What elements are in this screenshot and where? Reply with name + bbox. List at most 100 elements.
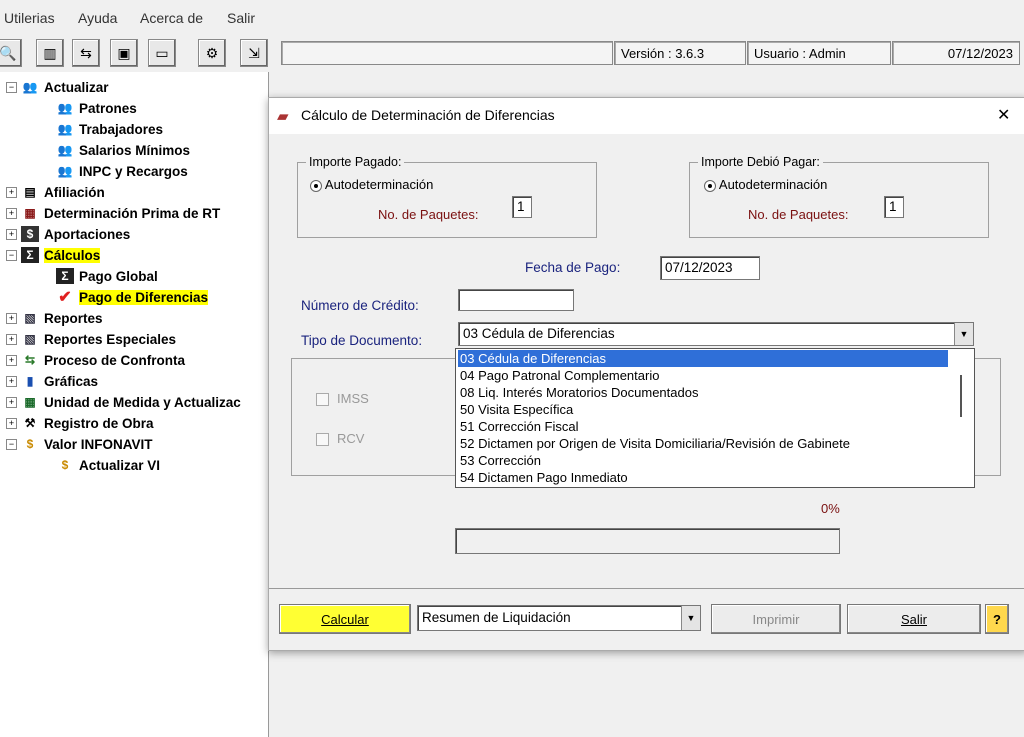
imprimir-button[interactable]: Imprimir [711,604,841,634]
tipo-select[interactable]: 03 Cédula de Diferencias ▼ [458,322,974,346]
importe-pagado-group: Importe Pagado: Autodeterminación No. de… [297,155,597,238]
close-icon[interactable]: ✕ [997,105,1010,125]
tree-item-actualizar-vi[interactable]: $ Actualizar VI [56,455,160,475]
calcular-button[interactable]: Calcular [279,604,411,634]
calculator-icon: ▦ [24,395,36,409]
tools-icon[interactable]: ⚙ [198,39,226,67]
transfer-icon[interactable]: ⇆ [72,39,100,67]
credito-input[interactable] [458,289,574,311]
list-item[interactable]: 54 Dictamen Pago Inmediato [458,469,948,486]
fecha-label: Fecha de Pago: [525,260,621,275]
importe-debio-legend: Importe Debió Pagar: [698,155,823,169]
collapse-icon[interactable]: − [6,438,17,450]
status-empty [281,41,613,65]
save-icon[interactable]: ▣ [110,39,138,67]
tree-item-calculos[interactable]: − Σ Cálculos [6,245,101,265]
tree-item-inpc[interactable]: 👥 INPC y Recargos [56,161,188,181]
tree-item-registro-obra[interactable]: + ⚒ Registro de Obra [6,413,154,433]
hammer-icon: ⚒ [24,416,36,430]
autodeterminacion-radio[interactable]: Autodeterminación [704,177,827,192]
toolbar: 🔍 ▥ ⇆ ▣ ▭ ⚙ ⇲ Versión : 3.6.3 Usuario : … [0,36,1024,70]
expand-icon[interactable]: + [6,354,17,366]
importe-debio-group: Importe Debió Pagar: Autodeterminación N… [689,155,989,238]
version-status: Versión : 3.6.3 [614,41,746,65]
rcv-checkbox[interactable]: RCV [316,431,364,447]
collapse-icon[interactable]: − [6,249,17,261]
menu-acerca-de[interactable]: Acerca de [140,10,203,26]
tipo-dropdown-list: 03 Cédula de Diferencias 04 Pago Patrona… [455,348,975,488]
expand-icon[interactable]: + [6,333,17,345]
menu-salir[interactable]: Salir [227,10,255,26]
bar-chart-icon: ▮ [26,374,34,388]
user-status: Usuario : Admin [747,41,891,65]
chevron-down-icon[interactable]: ▼ [681,606,700,630]
sigma-icon: Σ [56,268,74,284]
people-icon: 👥 [57,101,73,115]
search-icon[interactable]: 🔍 [0,39,22,67]
menu-utilerias[interactable]: Utilerias [4,10,55,26]
expand-icon[interactable]: + [6,228,17,240]
drive-icon[interactable]: ▭ [148,39,176,67]
building-icon[interactable]: ▥ [36,39,64,67]
list-item[interactable]: 51 Corrección Fiscal [458,418,948,435]
people-icon: 👥 [57,122,73,136]
tree-item-trabajadores[interactable]: 👥 Trabajadores [56,119,164,139]
expand-icon[interactable]: + [6,312,17,324]
chevron-down-icon[interactable]: ▼ [954,323,973,345]
progress-bar [455,528,840,554]
menu-ayuda[interactable]: Ayuda [78,10,117,26]
expand-icon[interactable]: + [6,417,17,429]
fecha-input[interactable]: 07/12/2023 [660,256,760,280]
tree-item-graficas[interactable]: + ▮ Gráficas [6,371,98,391]
expand-icon[interactable]: + [6,207,17,219]
paquetes-label: No. de Paquetes: [378,207,479,222]
report-icon: ▧ [24,311,36,325]
tree-item-valor-infonavit[interactable]: − $ Valor INFONAVIT [6,434,153,454]
expand-icon[interactable]: + [6,396,17,408]
sigma-icon: Σ [21,247,39,263]
list-item[interactable]: 53 Corrección [458,452,948,469]
transfer-icon: ⇆ [24,353,36,367]
list-item[interactable]: 52 Dictamen por Origen de Visita Domicil… [458,435,948,452]
tree-item-actualizar[interactable]: − 👥 Actualizar [6,77,109,97]
salir-button[interactable]: Salir [847,604,981,634]
paquetes-label: No. de Paquetes: [748,207,849,222]
list-item[interactable]: 04 Pago Patronal Complementario [458,367,948,384]
tree-item-reportes-especiales[interactable]: + ▧ Reportes Especiales [6,329,176,349]
dialog-title: Cálculo de Determinación de Diferencias [301,107,555,123]
navigation-tree: − 👥 Actualizar 👥 Patrones 👥 Trabajadores 👥 Sa… [0,72,269,737]
tree-item-uma[interactable]: + ▦ Unidad de Medida y Actualizac [6,392,241,412]
tree-item-salarios[interactable]: 👥 Salarios Mínimos [56,140,191,160]
tree-item-prima-rt[interactable]: + ▦ Determinación Prima de RT [6,203,220,223]
calculator-icon: ▰ [277,108,289,125]
paquetes-input[interactable]: 1 [884,196,904,218]
chart-icon: ▦ [24,206,36,220]
imss-checkbox[interactable]: IMSS [316,391,369,407]
help-button[interactable]: ? [985,604,1009,634]
collapse-icon[interactable]: − [6,81,17,93]
expand-icon[interactable]: + [6,375,17,387]
menu-bar: Utilerias Ayuda Acerca de Salir [0,0,1024,36]
resumen-select[interactable]: Resumen de Liquidación ▼ [417,605,701,631]
credito-label: Número de Crédito: [301,298,419,313]
date-status: 07/12/2023 [892,41,1020,65]
people-icon: 👥 [57,164,73,178]
money-bag-icon: $ [26,437,34,451]
list-item[interactable]: 03 Cédula de Diferencias [458,350,948,367]
tree-item-pago-global[interactable]: Σ Pago Global [56,266,158,286]
exit-icon[interactable]: ⇲ [240,39,268,67]
list-item[interactable]: 50 Visita Específica [458,401,948,418]
autodeterminacion-radio[interactable]: Autodeterminación [310,177,433,192]
expand-icon[interactable]: + [6,186,17,198]
importe-pagado-legend: Importe Pagado: [306,155,405,169]
tree-item-aportaciones[interactable]: + $ Aportaciones [6,224,130,244]
list-item[interactable]: 08 Liq. Interés Moratorios Documentados [458,384,948,401]
tree-item-patrones[interactable]: 👥 Patrones [56,98,137,118]
people-icon: 👥 [57,143,73,157]
paquetes-input[interactable]: 1 [512,196,532,218]
tree-item-reportes[interactable]: + ▧ Reportes [6,308,103,328]
tree-item-afiliacion[interactable]: + ▤ Afiliación [6,182,105,202]
tree-item-pago-diferencias[interactable]: ✔ Pago de Diferencias [56,287,209,307]
tree-item-confronta[interactable]: + ⇆ Proceso de Confronta [6,350,185,370]
scrollbar-thumb[interactable] [960,375,962,417]
